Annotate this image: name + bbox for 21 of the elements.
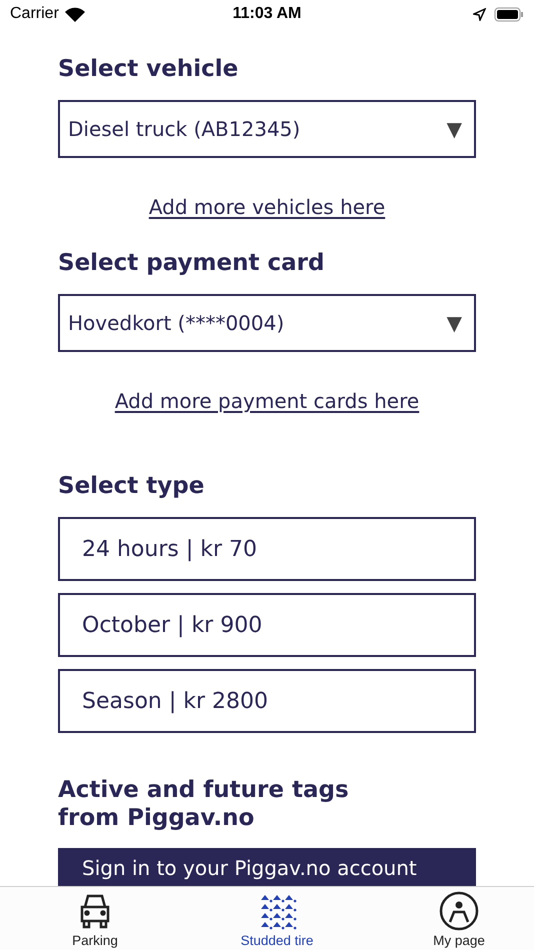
type-option[interactable]: 24 hours | kr 70 <box>58 517 476 581</box>
carrier-name: Carrier <box>10 5 59 23</box>
type-option[interactable]: Season | kr 2800 <box>58 669 476 733</box>
type-option[interactable]: October | kr 900 <box>58 593 476 657</box>
vehicle-dropdown[interactable]: Diesel truck (AB12345) ▼ <box>58 100 476 158</box>
sign-in-button[interactable]: Sign in to your Piggav.no account <box>58 848 476 886</box>
tab-item[interactable]: My page <box>414 887 504 950</box>
battery-icon <box>494 6 524 22</box>
person-icon <box>439 891 479 931</box>
section-title: Active and future tags from Piggav.no <box>58 776 350 832</box>
tab-item[interactable]: Parking <box>50 887 140 950</box>
location-icon <box>473 8 486 20</box>
status-time: 11:03 AM <box>232 5 302 23</box>
wifi-icon <box>64 6 85 22</box>
section-title: Select payment card <box>58 249 326 278</box>
tab-item[interactable]: Studded tire <box>232 887 322 950</box>
section-title: Select type <box>58 472 206 501</box>
payment-card-dropdown[interactable]: Hovedkort (****0004) ▼ <box>58 294 476 352</box>
add-payment-cards-link[interactable]: Add more payment cards here <box>114 389 420 413</box>
section-title: Select vehicle <box>58 55 240 84</box>
add-vehicles-link[interactable]: Add more vehicles here <box>148 195 386 219</box>
